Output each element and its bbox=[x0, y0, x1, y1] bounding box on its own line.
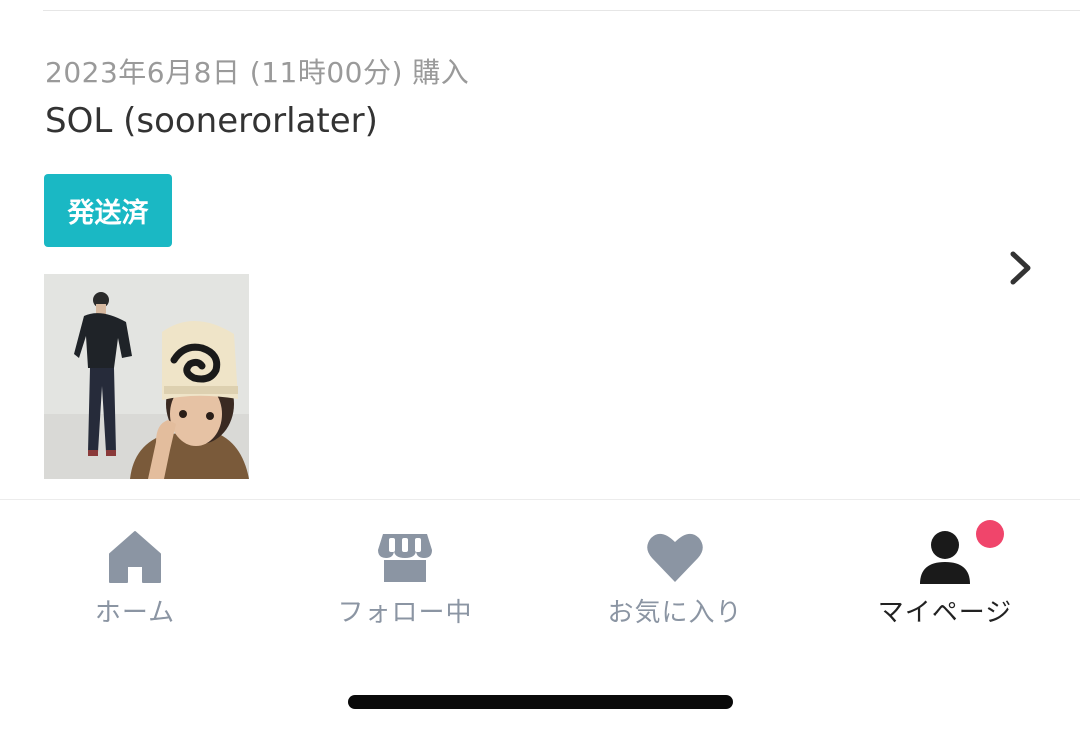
tab-favorites[interactable]: お気に入り bbox=[540, 520, 810, 630]
shop-name: SOL (soonerorlater) bbox=[45, 101, 378, 141]
home-icon bbox=[109, 531, 161, 583]
user-icon bbox=[920, 531, 970, 584]
tab-mypage[interactable]: マイページ bbox=[810, 520, 1080, 630]
tab-home-label: ホーム bbox=[94, 598, 176, 628]
chevron-right-icon bbox=[1010, 251, 1031, 285]
tab-following-label: フォロー中 bbox=[337, 598, 473, 628]
home-indicator[interactable] bbox=[348, 695, 733, 709]
shop-icon bbox=[378, 534, 432, 582]
tab-following[interactable]: フォロー中 bbox=[270, 520, 540, 630]
card-divider bbox=[0, 499, 1080, 500]
notification-dot bbox=[976, 520, 1004, 548]
status-badge: 発送済 bbox=[44, 174, 172, 247]
heart-icon bbox=[647, 533, 703, 582]
purchase-date: 2023年6月8日 (11時00分) 購入 bbox=[45, 56, 470, 89]
tab-home[interactable]: ホーム bbox=[0, 520, 270, 630]
product-thumbnail bbox=[44, 274, 249, 479]
tab-mypage-label: マイページ bbox=[877, 598, 1013, 628]
order-card[interactable]: 2023年6月8日 (11時00分) 購入 SOL (soonerorlater… bbox=[0, 11, 1080, 499]
tab-favorites-label: お気に入り bbox=[607, 598, 743, 628]
